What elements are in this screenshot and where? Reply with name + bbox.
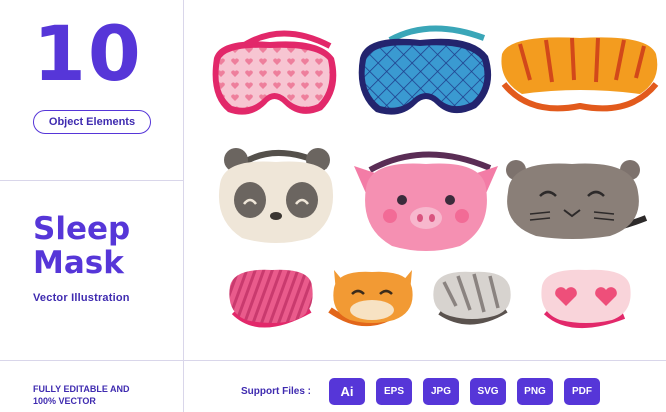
tiger-mask-icon [501, 37, 659, 112]
format-badge-pdf: PDF [564, 378, 600, 405]
blue-quilted-mask-icon [358, 25, 492, 115]
format-badge-eps: EPS [376, 378, 412, 405]
editable-note-line1: FULLY EDITABLE AND [33, 384, 130, 394]
element-count: 10 [33, 9, 143, 98]
element-count-label: Object Elements [33, 110, 151, 134]
pig-mask-icon [354, 151, 498, 251]
vertical-divider [183, 0, 184, 412]
pink-heart-mask-icon [212, 30, 337, 115]
grey-cat-mask-icon [506, 160, 648, 239]
zebra-mask-icon [433, 271, 511, 325]
panda-mask-icon [218, 148, 334, 243]
product-cover: 10 Object Elements Sleep Mask Vector Ill… [0, 0, 666, 412]
format-badge-ai: Ai [329, 378, 365, 405]
format-badge-svg: SVG [470, 378, 506, 405]
editable-note: FULLY EDITABLE AND 100% VECTOR [33, 383, 183, 407]
fox-mask-icon [328, 270, 413, 326]
product-title: Sleep Mask [33, 212, 183, 280]
left-horizontal-divider [0, 180, 183, 181]
product-subtitle: Vector Illustration [33, 292, 130, 304]
bottom-horizontal-divider [0, 360, 666, 361]
product-title-line2: Mask [33, 245, 124, 281]
editable-note-line2: 100% VECTOR [33, 396, 96, 406]
format-badge-jpg: JPG [423, 378, 459, 405]
product-title-line1: Sleep [33, 211, 131, 247]
format-badge-png: PNG [517, 378, 553, 405]
heart-eyes-mask-icon [541, 269, 631, 328]
mask-illustrations [212, 25, 659, 328]
support-files-label: Support Files : [241, 386, 311, 397]
pink-striped-mask-icon [229, 269, 313, 328]
